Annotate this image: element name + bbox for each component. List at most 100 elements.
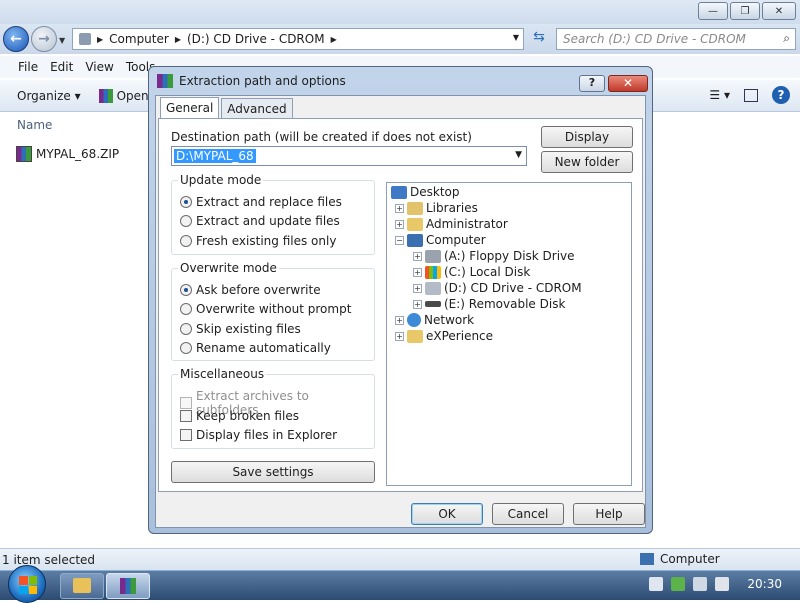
menu-file[interactable]: File (12, 60, 44, 74)
checkbox[interactable] (180, 410, 192, 422)
refresh-button[interactable]: ⇆ (528, 29, 550, 49)
radio-button[interactable] (180, 284, 192, 296)
forward-button[interactable]: → (31, 26, 57, 52)
tree-node-floppy[interactable]: + (A:) Floppy Disk Drive (413, 249, 575, 263)
expand-icon[interactable]: + (395, 331, 404, 341)
breadcrumb-chevron-icon[interactable]: ▶ (175, 35, 181, 44)
folder-tree[interactable]: Desktop + Libraries + Administrator − Co… (386, 182, 632, 486)
chevron-down-icon[interactable]: ▼ (515, 150, 522, 160)
radio-fresh-existing[interactable]: Fresh existing files only (180, 234, 336, 248)
column-header-name[interactable]: Name (17, 118, 52, 132)
destination-path-combo[interactable]: D:\MYPAL_68 ▼ (171, 146, 527, 166)
expand-icon[interactable]: + (413, 283, 422, 293)
radio-button[interactable] (180, 323, 192, 335)
update-mode-label: Update mode (178, 173, 264, 187)
radio-extract-update[interactable]: Extract and update files (180, 214, 340, 228)
tree-node-desktop[interactable]: Desktop (391, 185, 460, 199)
security-check-icon[interactable] (671, 577, 686, 591)
checkbox[interactable] (180, 429, 192, 441)
dialog-close-button[interactable]: ✕ (608, 75, 648, 92)
tab-advanced[interactable]: Advanced (221, 98, 293, 120)
status-bar: 1 item selected Computer (0, 548, 800, 570)
breadcrumb-chevron-icon[interactable]: ▶ (331, 35, 337, 44)
expand-icon[interactable]: + (413, 251, 422, 261)
extraction-dialog: Extraction path and options ? ✕ General … (148, 66, 653, 534)
close-button[interactable]: ✕ (762, 2, 796, 20)
network-icon[interactable] (693, 577, 708, 591)
tree-node-experience[interactable]: + eXPerience (395, 329, 493, 343)
tree-node-libraries[interactable]: + Libraries (395, 201, 478, 215)
display-button[interactable]: Display (541, 126, 633, 148)
back-arrow-icon: ← (10, 31, 22, 47)
tree-node-administrator[interactable]: + Administrator (395, 217, 508, 231)
radio-extract-replace[interactable]: Extract and replace files (180, 195, 342, 209)
tree-node-computer[interactable]: − Computer (395, 233, 486, 247)
radio-button[interactable] (180, 235, 192, 247)
tree-label: eXPerience (426, 329, 494, 343)
radio-label: Extract and replace files (196, 195, 342, 209)
tab-general[interactable]: General (160, 97, 220, 119)
overwrite-mode-group: Overwrite mode Ask before overwrite Over… (171, 261, 375, 361)
action-center-icon[interactable] (649, 577, 664, 591)
checkbox-display-in-explorer[interactable]: Display files in Explorer (180, 428, 337, 442)
save-settings-button[interactable]: Save settings (171, 461, 375, 483)
address-dropdown-icon[interactable]: ▼ (513, 33, 519, 42)
radio-button[interactable] (180, 215, 192, 227)
search-icon[interactable]: ⌕ (783, 31, 790, 46)
radio-button[interactable] (180, 342, 192, 354)
taskbar-explorer-button[interactable] (60, 573, 104, 599)
tree-node-local-disk[interactable]: + (C:) Local Disk (413, 265, 530, 279)
tree-label: Administrator (426, 217, 508, 231)
ok-button[interactable]: OK (411, 503, 483, 525)
help-button[interactable]: Help (573, 503, 645, 525)
radio-skip-existing[interactable]: Skip existing files (180, 322, 301, 336)
expand-icon[interactable]: + (413, 299, 422, 309)
clock[interactable]: 20:30 (747, 577, 782, 591)
cd-drive-icon (425, 281, 441, 295)
dialog-help-button[interactable]: ? (579, 75, 605, 92)
new-folder-button[interactable]: New folder (541, 151, 633, 173)
radio-button[interactable] (180, 196, 192, 208)
expand-icon[interactable]: + (395, 315, 404, 325)
maximize-button[interactable]: ❐ (730, 2, 760, 20)
dialog-body: General Advanced Destination path (will … (155, 95, 646, 528)
checkbox-keep-broken-files[interactable]: Keep broken files (180, 409, 299, 423)
expand-icon[interactable]: + (395, 203, 404, 213)
expand-icon[interactable]: + (413, 267, 422, 277)
breadcrumb-cd-drive[interactable]: (D:) CD Drive - CDROM (187, 32, 325, 46)
back-button[interactable]: ← (3, 26, 29, 52)
volume-muted-icon[interactable] (715, 577, 730, 591)
radio-button[interactable] (180, 303, 192, 315)
organize-button[interactable]: Organize ▾ (17, 89, 81, 103)
tree-node-network[interactable]: + Network (395, 313, 474, 327)
tab-strip: General Advanced (160, 97, 295, 120)
taskbar-winrar-button[interactable] (106, 573, 150, 599)
collapse-icon[interactable]: − (395, 235, 404, 245)
breadcrumb-computer[interactable]: Computer (109, 32, 169, 46)
radio-overwrite-without-prompt[interactable]: Overwrite without prompt (180, 302, 351, 316)
radio-label: Fresh existing files only (196, 234, 337, 248)
cancel-button[interactable]: Cancel (492, 503, 564, 525)
winrar-icon (157, 74, 173, 88)
preview-pane-icon[interactable] (744, 88, 758, 102)
help-icon[interactable]: ? (772, 86, 790, 104)
file-item[interactable]: MYPAL_68.ZIP (16, 146, 119, 162)
minimize-button[interactable]: — (698, 2, 728, 20)
view-options-icon[interactable]: ☰ ▾ (709, 88, 730, 102)
radio-label: Rename automatically (196, 341, 331, 355)
menu-view[interactable]: View (79, 60, 119, 74)
radio-rename-automatically[interactable]: Rename automatically (180, 341, 331, 355)
start-button[interactable] (8, 565, 46, 603)
recent-pages-dropdown[interactable]: ▼ (59, 36, 65, 45)
tree-label: Libraries (426, 201, 478, 215)
expand-icon[interactable]: + (395, 219, 404, 229)
radio-ask-before-overwrite[interactable]: Ask before overwrite (180, 283, 321, 297)
breadcrumb-chevron-icon[interactable]: ▶ (97, 35, 103, 44)
search-input[interactable]: Search (D:) CD Drive - CDROM ⌕ (556, 28, 796, 50)
tree-node-cd-drive[interactable]: + (D:) CD Drive - CDROM (413, 281, 582, 295)
tree-node-removable-disk[interactable]: + (E:) Removable Disk (413, 297, 565, 311)
open-button[interactable]: Open (98, 88, 149, 103)
menu-edit[interactable]: Edit (44, 60, 79, 74)
address-bar[interactable]: ▶ Computer ▶ (D:) CD Drive - CDROM ▶ ▼ (72, 28, 524, 50)
miscellaneous-label: Miscellaneous (178, 367, 267, 381)
